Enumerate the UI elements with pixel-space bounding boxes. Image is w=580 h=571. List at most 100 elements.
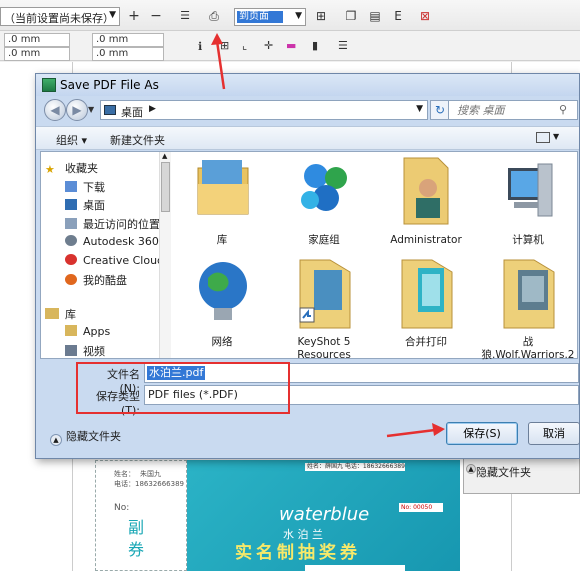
- side-hide-folders[interactable]: 隐藏文件夹: [476, 464, 531, 480]
- color-bar-icon[interactable]: ▬: [286, 39, 296, 52]
- file-item-wolf-warriors[interactable]: 战狼.Wolf.Warriors.2: [478, 254, 578, 361]
- hide-folders-toggle[interactable]: ▲ 隐藏文件夹: [50, 428, 121, 446]
- annotation-arrow-up: [211, 33, 226, 90]
- nav-item-label: Apps: [83, 325, 111, 338]
- desktop-icon: [65, 199, 77, 210]
- file-item-network[interactable]: 网络: [172, 254, 272, 354]
- folder-icon: [65, 325, 77, 336]
- search-icon[interactable]: ⚲: [559, 103, 567, 116]
- side-panel: ▲ 隐藏文件夹: [463, 454, 580, 494]
- close-preview-icon[interactable]: ⊠: [416, 7, 434, 25]
- remove-preset-icon[interactable]: −: [147, 7, 165, 25]
- ticket-number-label: No:: [401, 504, 412, 511]
- nav-item-label: 下载: [83, 181, 105, 194]
- nav-item-apps[interactable]: Apps: [65, 325, 110, 341]
- file-item-homegroup[interactable]: 家庭组: [274, 152, 374, 252]
- annotation-highlight-box: [76, 362, 290, 414]
- view-options-icon[interactable]: [536, 132, 550, 143]
- video-icon: [65, 345, 77, 356]
- dialog-footer: ▲ 隐藏文件夹 保存(S) 取消: [36, 414, 580, 460]
- dialog-title-bar[interactable]: Save PDF File As: [36, 74, 579, 96]
- file-item-label: 战狼.Wolf.Warriors.2: [481, 336, 575, 361]
- nav-item-favorites[interactable]: ★ 收藏夹: [45, 160, 98, 176]
- folder-icon: [401, 259, 453, 329]
- library-icon: [45, 308, 59, 319]
- forward-icon[interactable]: ▶: [66, 99, 88, 121]
- page-select[interactable]: 到页面 ▼: [234, 8, 306, 26]
- chevron-down-icon[interactable]: ▼: [553, 132, 559, 141]
- stub-no: No:: [114, 503, 130, 513]
- search-input[interactable]: [455, 103, 555, 118]
- back-icon[interactable]: ◀: [44, 99, 66, 121]
- chevron-down-icon[interactable]: ▼: [416, 104, 423, 114]
- hide-folders-label: 隐藏文件夹: [66, 430, 121, 443]
- list-settings-icon[interactable]: ☰: [338, 39, 348, 52]
- new-folder-button[interactable]: 新建文件夹: [110, 132, 165, 148]
- star-icon: ★: [45, 163, 55, 176]
- file-item-label: 网络: [211, 336, 233, 348]
- zoom-icon[interactable]: ⊞: [312, 7, 330, 25]
- file-item-libraries[interactable]: 库: [172, 152, 272, 252]
- offset-y-field[interactable]: .0 mm: [4, 47, 70, 61]
- width-field[interactable]: .0 mm: [92, 33, 164, 47]
- chevron-right-icon[interactable]: ▶: [149, 104, 156, 114]
- file-item-label: 计算机: [512, 234, 544, 246]
- file-item-label: 合并打印: [405, 336, 447, 348]
- settings-list-icon[interactable]: ☰: [176, 7, 194, 25]
- ticket-number-value: 00050: [413, 504, 433, 511]
- nav-item-downloads[interactable]: 下载: [65, 179, 105, 195]
- chevron-up-icon[interactable]: ▲: [466, 464, 476, 474]
- corner-icon[interactable]: ⌞: [242, 39, 247, 52]
- nav-item-videos[interactable]: 视频: [65, 343, 105, 359]
- refresh-icon[interactable]: ↻: [430, 100, 450, 120]
- file-list: 库 家庭组 Administrator 计算机 网络 KeyShot 5 Res…: [172, 152, 578, 361]
- file-item-keyshot[interactable]: KeyShot 5 Resources: [274, 254, 374, 361]
- layers-icon[interactable]: ❐: [342, 7, 360, 25]
- nav-item-libraries[interactable]: 库: [45, 306, 76, 322]
- stub-title: 副 券: [128, 518, 145, 559]
- file-item-merge-print[interactable]: 合并打印: [376, 254, 476, 354]
- nav-item-kupan[interactable]: 我的酷盘: [65, 272, 127, 288]
- preset-select[interactable]: （当前设置尚未保存） ▼: [0, 7, 120, 26]
- offset-x-field[interactable]: .0 mm: [4, 33, 70, 47]
- ticket-number: No: 00050: [399, 503, 443, 512]
- chevron-down-icon: ▼: [109, 10, 116, 20]
- nav-item-label: 最近访问的位置: [83, 218, 160, 231]
- add-preset-icon[interactable]: +: [125, 7, 143, 25]
- library-folder-icon: [197, 160, 249, 215]
- chevron-down-icon[interactable]: ▼: [88, 105, 94, 114]
- nav-item-autodesk[interactable]: Autodesk 360: [65, 235, 159, 251]
- browser-area: ★ 收藏夹 下载 桌面 最近访问的位置 Autodesk 360 Creative…: [40, 151, 578, 361]
- print-icon[interactable]: ⎙: [205, 7, 223, 25]
- breadcrumb-desktop[interactable]: 桌面: [121, 104, 143, 120]
- text-icon[interactable]: E: [389, 7, 407, 25]
- scrollbar-thumb[interactable]: [161, 162, 170, 212]
- layout-icon[interactable]: ▤: [366, 7, 384, 25]
- ticket-bottom-strip: [305, 565, 405, 571]
- marker-icon[interactable]: ▮: [312, 39, 318, 52]
- cancel-button[interactable]: 取消: [528, 422, 580, 445]
- ticket-headline: 实名制抽奖券: [235, 543, 361, 563]
- kupan-icon: [65, 274, 77, 285]
- crosshair-icon[interactable]: ✛: [264, 39, 273, 52]
- navigation-pane: ★ 收藏夹 下载 桌面 最近访问的位置 Autodesk 360 Creative…: [41, 152, 171, 358]
- organize-button[interactable]: 组织 ▾: [56, 132, 87, 148]
- nav-item-creative-cloud[interactable]: Creative Cloud: [65, 254, 164, 270]
- stub-name-label: 姓名：: [114, 470, 135, 478]
- search-box[interactable]: ⚲: [448, 100, 578, 120]
- info-icon[interactable]: ℹ: [198, 40, 202, 53]
- nav-item-desktop[interactable]: 桌面: [65, 197, 105, 213]
- desktop-icon: [104, 105, 116, 115]
- file-item-computer[interactable]: 计算机: [478, 152, 578, 252]
- offset-y-value: .0 mm: [8, 48, 41, 59]
- save-button[interactable]: 保存(S): [446, 422, 518, 445]
- height-field[interactable]: .0 mm: [92, 47, 164, 61]
- stub-phone: 电话：18632666389: [114, 480, 184, 488]
- breadcrumb[interactable]: 桌面 ▶ ▼: [100, 100, 428, 120]
- chevron-up-icon[interactable]: ▲: [162, 152, 167, 160]
- file-item-administrator[interactable]: Administrator: [376, 152, 476, 252]
- nav-scrollbar[interactable]: ▲: [159, 152, 171, 358]
- save-pdf-dialog: Save PDF File As ◀ ▶ ▼ 桌面 ▶ ▼ ↻ ⚲ 组织 ▾ 新…: [35, 73, 580, 459]
- nav-item-recent[interactable]: 最近访问的位置: [65, 216, 160, 232]
- homegroup-icon: [301, 164, 347, 211]
